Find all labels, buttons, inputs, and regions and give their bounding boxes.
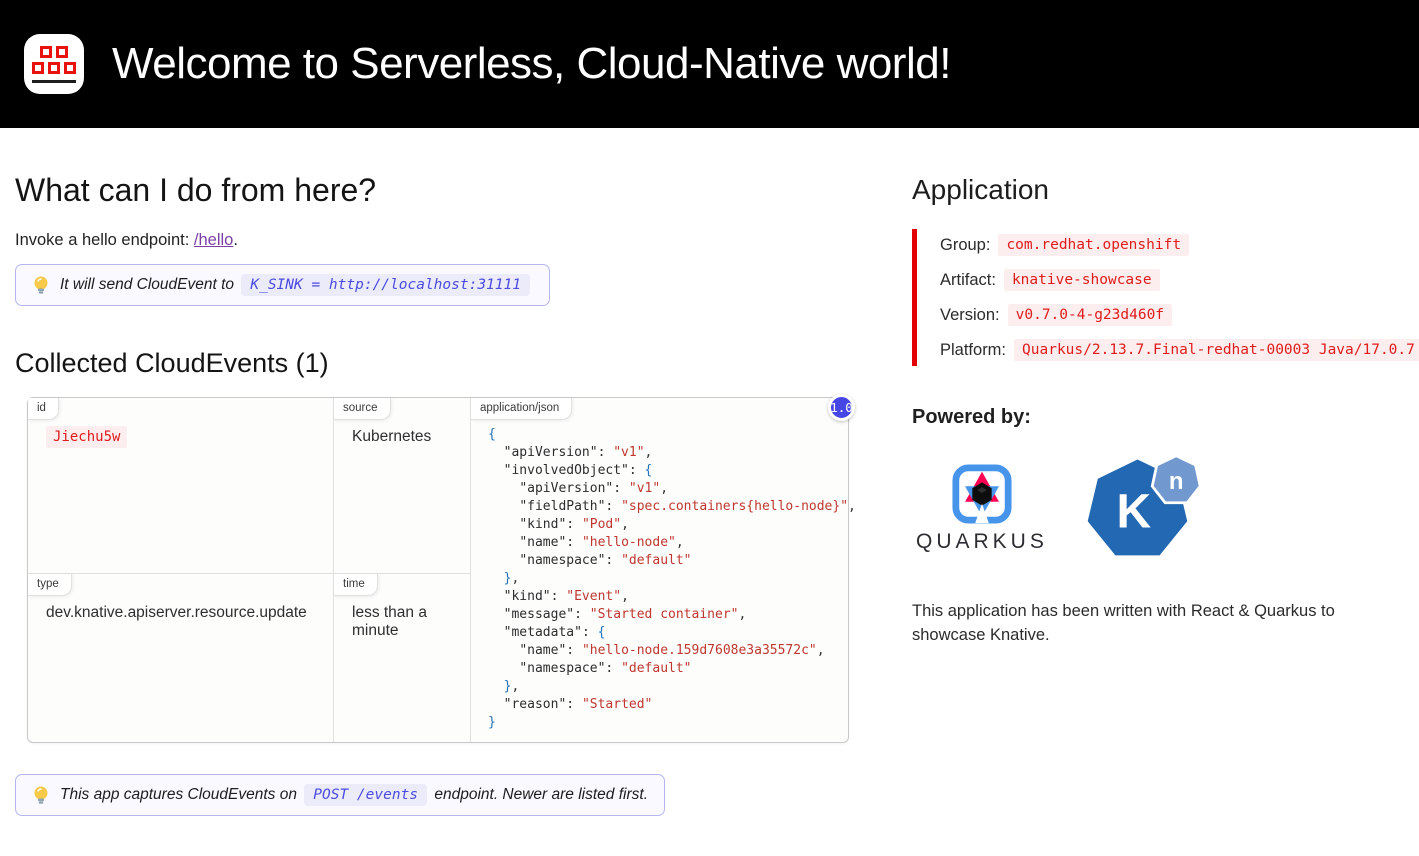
property-label: Platform:: [940, 341, 1006, 360]
events-tip-box: This app captures CloudEvents on POST /e…: [15, 774, 665, 816]
main-heading: What can I do from here?: [15, 172, 860, 209]
cloudevent-card: 1.0 id Jiechu5w source Kubernetes applic…: [27, 397, 849, 743]
application-sidebar: Application Group: com.redhat.openshift …: [912, 128, 1405, 816]
source-label: source: [334, 398, 391, 420]
hello-link[interactable]: /hello: [194, 231, 233, 249]
event-data-cell: application/json { "apiVersion": "v1", "…: [471, 398, 848, 742]
quarkus-icon: [951, 463, 1013, 525]
collected-heading: Collected CloudEvents (1): [15, 348, 860, 379]
quarkus-logo: QUARKUS: [916, 463, 1048, 554]
logos-row: QUARKUS K n: [916, 453, 1405, 564]
event-type-value: dev.knative.apiserver.resource.update: [28, 596, 333, 630]
property-value: v0.7.0-4-g23d460f: [1008, 304, 1172, 326]
application-property-row: Artifact: knative-showcase: [940, 269, 1405, 291]
event-source-value: Kubernetes: [334, 420, 470, 454]
event-time-cell: time less than a minute: [334, 574, 471, 742]
logo-squares-bottom: [32, 62, 76, 74]
id-label: id: [28, 398, 59, 420]
quarkus-wordmark: QUARKUS: [916, 530, 1048, 554]
page-title: Welcome to Serverless, Cloud-Native worl…: [112, 39, 951, 89]
time-label: time: [334, 574, 378, 596]
logo-underline: [32, 80, 76, 83]
main-column: What can I do from here? Invoke a hello …: [15, 128, 860, 816]
app-header: Welcome to Serverless, Cloud-Native worl…: [0, 0, 1419, 128]
knative-icon: K n: [1082, 453, 1204, 559]
application-property-row: Group: com.redhat.openshift: [940, 234, 1405, 256]
invoke-line: Invoke a hello endpoint: /hello.: [15, 231, 860, 250]
property-label: Group:: [940, 236, 990, 255]
app-logo-icon: [24, 34, 84, 94]
ksink-tip-text: It will send CloudEvent to: [60, 276, 234, 293]
event-time-value: less than a minute: [334, 596, 470, 648]
application-property-row: Version: v0.7.0-4-g23d460f: [940, 304, 1405, 326]
events-tip-before: This app captures CloudEvents on: [60, 786, 297, 803]
property-value: knative-showcase: [1004, 269, 1160, 291]
lightbulb-icon: [32, 785, 50, 805]
post-events-code: POST /events: [304, 784, 427, 806]
property-label: Artifact:: [940, 271, 996, 290]
application-property-row: Platform: Quarkus/2.13.7.Final-redhat-00…: [940, 339, 1405, 361]
property-label: Version:: [940, 306, 1000, 325]
ksink-code: K_SINK = http://localhost:31111: [241, 274, 530, 296]
application-heading: Application: [912, 174, 1405, 206]
svg-text:K: K: [1116, 486, 1151, 539]
type-label: type: [28, 574, 72, 596]
specversion-badge: 1.0: [828, 394, 855, 421]
app-description: This application has been written with R…: [912, 600, 1360, 647]
logo-squares-top: [40, 46, 68, 58]
invoke-suffix: .: [233, 231, 238, 249]
content-type-label: application/json: [471, 398, 572, 420]
tip-text-wrap: It will send CloudEvent to K_SINK = http…: [60, 276, 533, 294]
event-id-cell: id Jiechu5w: [28, 398, 334, 574]
event-json-payload: { "apiVersion": "v1", "involvedObject": …: [471, 426, 848, 740]
powered-by-heading: Powered by:: [912, 406, 1405, 429]
events-tip-after: endpoint. Newer are listed first.: [434, 786, 648, 803]
event-id-value: Jiechu5w: [46, 426, 127, 448]
tip-text-wrap: This app captures CloudEvents on POST /e…: [60, 786, 648, 804]
property-value: Quarkus/2.13.7.Final-redhat-00003 Java/1…: [1014, 339, 1419, 361]
lightbulb-icon: [32, 275, 50, 295]
property-value: com.redhat.openshift: [998, 234, 1189, 256]
invoke-text: Invoke a hello endpoint:: [15, 231, 189, 249]
event-type-cell: type dev.knative.apiserver.resource.upda…: [28, 574, 334, 742]
svg-text:n: n: [1169, 468, 1184, 495]
knative-logo: K n: [1082, 453, 1204, 564]
event-source-cell: source Kubernetes: [334, 398, 471, 574]
application-properties: Group: com.redhat.openshift Artifact: kn…: [912, 229, 1405, 366]
ksink-tip-box: It will send CloudEvent to K_SINK = http…: [15, 264, 550, 306]
page-content: What can I do from here? Invoke a hello …: [0, 128, 1419, 856]
